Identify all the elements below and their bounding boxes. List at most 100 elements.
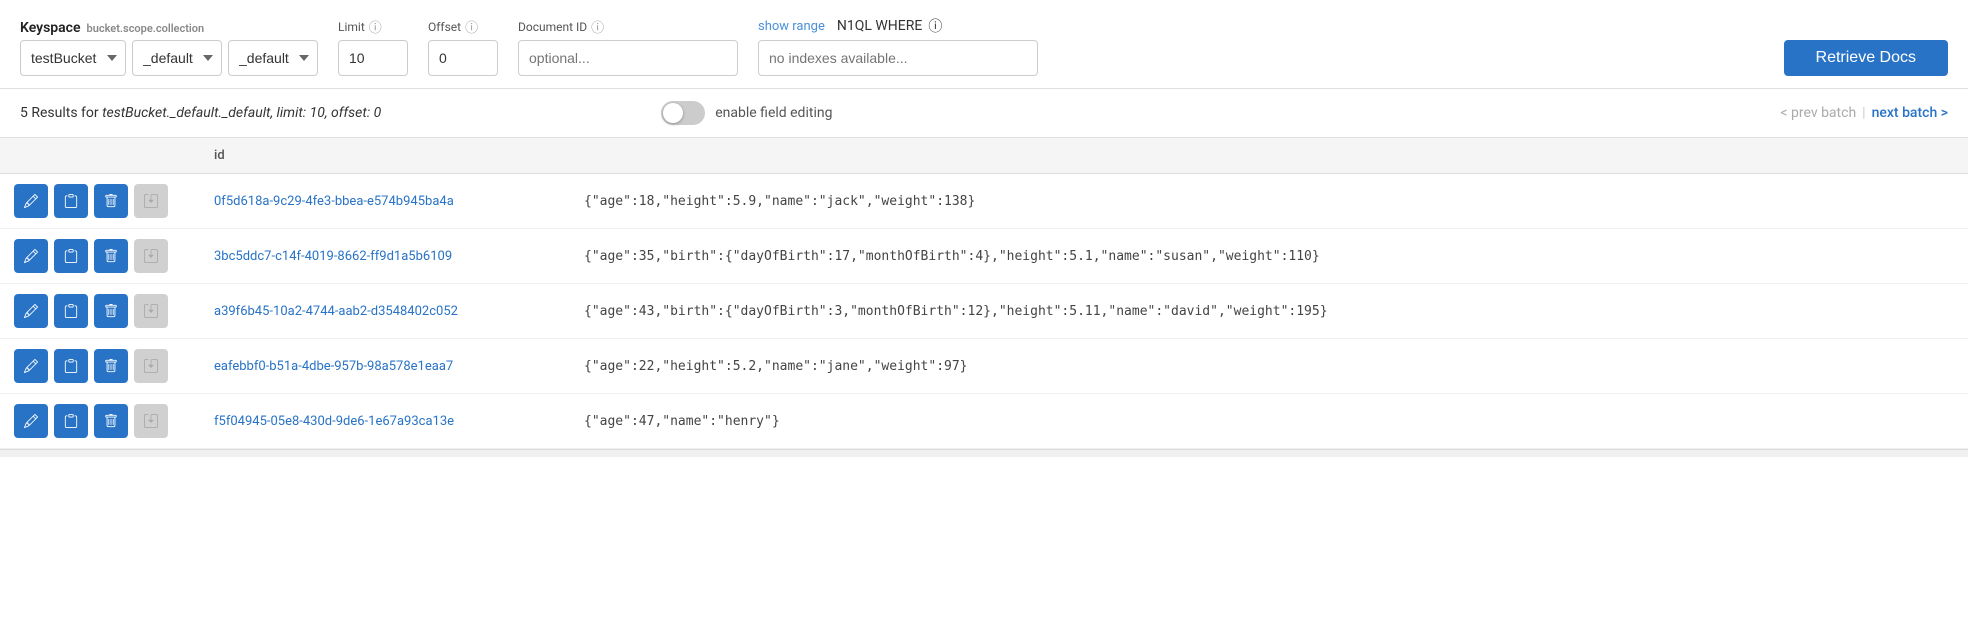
save-button-1 — [134, 239, 168, 273]
table-row: f5f04945-05e8-430d-9de6-1e67a93ca13e {"a… — [0, 394, 1968, 449]
action-cell-3 — [0, 339, 200, 394]
delete-button-2[interactable] — [94, 294, 128, 328]
next-batch-link[interactable]: next batch > — [1872, 105, 1948, 121]
horizontal-scrollbar[interactable] — [0, 449, 1968, 457]
action-buttons-2 — [14, 294, 186, 328]
show-range-link[interactable]: show range — [758, 19, 825, 34]
action-cell-1 — [0, 229, 200, 284]
documents-table-container: id — [0, 137, 1968, 449]
keyspace-sublabel: bucket.scope.collection — [87, 22, 205, 35]
action-cell-0 — [0, 174, 200, 229]
results-summary: 5 Results for testBucket._default._defau… — [20, 105, 381, 121]
table-row: eafebbf0-b51a-4dbe-957b-98a578e1eaa7 {"a… — [0, 339, 1968, 394]
limit-label: Limit ⓘ — [338, 17, 408, 36]
doc-id-link-2[interactable]: a39f6b45-10a2-4744-aab2-d3548402c052 — [214, 304, 458, 319]
retrieve-docs-button[interactable]: Retrieve Docs — [1784, 40, 1948, 76]
keyspace-title: Keyspace — [20, 20, 81, 36]
doc-content-0: {"age":18,"height":5.9,"name":"jack","we… — [584, 194, 975, 209]
delete-button-3[interactable] — [94, 349, 128, 383]
doc-content-1: {"age":35,"birth":{"dayOfBirth":17,"mont… — [584, 249, 1320, 264]
table-body: 0f5d618a-9c29-4fe3-bbea-e574b945ba4a {"a… — [0, 174, 1968, 449]
save-button-0 — [134, 184, 168, 218]
n1ql-label: N1QL WHERE — [837, 18, 922, 34]
field-editing-toggle[interactable] — [661, 101, 705, 125]
table-header: id — [0, 138, 1968, 174]
action-buttons-3 — [14, 349, 186, 383]
col-header-actions — [0, 138, 200, 174]
content-cell-4: {"age":47,"name":"henry"} — [570, 394, 1968, 449]
copy-button-2[interactable] — [54, 294, 88, 328]
doc-id-link-0[interactable]: 0f5d618a-9c29-4fe3-bbea-e574b945ba4a — [214, 194, 454, 209]
content-cell-3: {"age":22,"height":5.2,"name":"jane","we… — [570, 339, 1968, 394]
id-cell-2: a39f6b45-10a2-4744-aab2-d3548402c052 — [200, 284, 570, 339]
action-buttons-0 — [14, 184, 186, 218]
id-cell-1: 3bc5ddc7-c14f-4019-8662-ff9d1a5b6109 — [200, 229, 570, 284]
n1ql-label-row: show range N1QL WHERE ⓘ — [758, 16, 1038, 36]
keyspace-label: Keyspace bucket.scope.collection — [20, 20, 318, 36]
docid-group: Document ID ⓘ — [518, 17, 738, 76]
edit-button-3[interactable] — [14, 349, 48, 383]
save-button-4 — [134, 404, 168, 438]
limit-input[interactable] — [338, 40, 408, 76]
keyspace-group: Keyspace bucket.scope.collection testBuc… — [20, 20, 318, 76]
action-buttons-1 — [14, 239, 186, 273]
documents-table: id — [0, 138, 1968, 449]
collection-select[interactable]: _default — [228, 40, 318, 76]
action-buttons-4 — [14, 404, 186, 438]
table-row: 0f5d618a-9c29-4fe3-bbea-e574b945ba4a {"a… — [0, 174, 1968, 229]
offset-label: Offset ⓘ — [428, 17, 498, 36]
toggle-area: enable field editing — [661, 101, 832, 125]
delete-button-1[interactable] — [94, 239, 128, 273]
edit-button-0[interactable] — [14, 184, 48, 218]
edit-button-1[interactable] — [14, 239, 48, 273]
toggle-label: enable field editing — [715, 105, 832, 121]
action-cell-2 — [0, 284, 200, 339]
offset-group: Offset ⓘ — [428, 17, 498, 76]
edit-button-2[interactable] — [14, 294, 48, 328]
action-cell-4 — [0, 394, 200, 449]
id-cell-4: f5f04945-05e8-430d-9de6-1e67a93ca13e — [200, 394, 570, 449]
limit-info-icon: ⓘ — [369, 17, 382, 36]
n1ql-group: show range N1QL WHERE ⓘ — [758, 16, 1038, 76]
content-cell-2: {"age":43,"birth":{"dayOfBirth":3,"month… — [570, 284, 1968, 339]
id-cell-3: eafebbf0-b51a-4dbe-957b-98a578e1eaa7 — [200, 339, 570, 394]
col-header-id: id — [200, 138, 570, 174]
copy-button-3[interactable] — [54, 349, 88, 383]
n1ql-info-icon: ⓘ — [928, 16, 942, 36]
delete-button-0[interactable] — [94, 184, 128, 218]
edit-button-4[interactable] — [14, 404, 48, 438]
batch-separator: | — [1862, 105, 1865, 121]
docid-info-icon: ⓘ — [591, 17, 604, 36]
prev-batch-link: < prev batch — [1780, 105, 1856, 121]
content-cell-0: {"age":18,"height":5.9,"name":"jack","we… — [570, 174, 1968, 229]
top-bar: Keyspace bucket.scope.collection testBuc… — [0, 0, 1968, 89]
offset-info-icon: ⓘ — [465, 17, 478, 36]
doc-content-3: {"age":22,"height":5.2,"name":"jane","we… — [584, 359, 968, 374]
results-bar: 5 Results for testBucket._default._defau… — [0, 89, 1968, 137]
save-button-3 — [134, 349, 168, 383]
col-header-content — [570, 138, 1968, 174]
doc-id-link-3[interactable]: eafebbf0-b51a-4dbe-957b-98a578e1eaa7 — [214, 359, 453, 374]
table-row: a39f6b45-10a2-4744-aab2-d3548402c052 {"a… — [0, 284, 1968, 339]
delete-button-4[interactable] — [94, 404, 128, 438]
doc-content-2: {"age":43,"birth":{"dayOfBirth":3,"month… — [584, 304, 1328, 319]
scope-select[interactable]: _default — [132, 40, 222, 76]
copy-button-1[interactable] — [54, 239, 88, 273]
id-cell-0: 0f5d618a-9c29-4fe3-bbea-e574b945ba4a — [200, 174, 570, 229]
docid-input[interactable] — [518, 40, 738, 76]
offset-input[interactable] — [428, 40, 498, 76]
doc-id-link-4[interactable]: f5f04945-05e8-430d-9de6-1e67a93ca13e — [214, 414, 454, 429]
doc-id-link-1[interactable]: 3bc5ddc7-c14f-4019-8662-ff9d1a5b6109 — [214, 249, 452, 264]
content-cell-1: {"age":35,"birth":{"dayOfBirth":17,"mont… — [570, 229, 1968, 284]
copy-button-0[interactable] — [54, 184, 88, 218]
n1ql-input[interactable] — [758, 40, 1038, 76]
limit-group: Limit ⓘ — [338, 17, 408, 76]
save-button-2 — [134, 294, 168, 328]
doc-content-4: {"age":47,"name":"henry"} — [584, 414, 780, 429]
copy-button-4[interactable] — [54, 404, 88, 438]
docid-label: Document ID ⓘ — [518, 17, 738, 36]
batch-navigation: < prev batch | next batch > — [1780, 105, 1948, 121]
table-row: 3bc5ddc7-c14f-4019-8662-ff9d1a5b6109 {"a… — [0, 229, 1968, 284]
bucket-select[interactable]: testBucket — [20, 40, 126, 76]
keyspace-selects: testBucket _default _default — [20, 40, 318, 76]
